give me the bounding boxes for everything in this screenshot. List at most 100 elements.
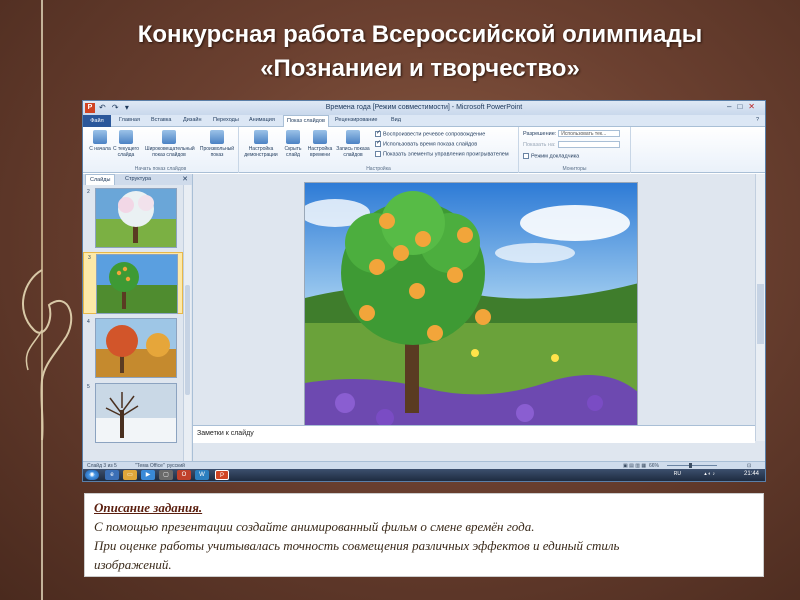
- task-description: Описание задания. С помощью презентации …: [84, 493, 764, 577]
- keyboard-language[interactable]: RU: [674, 471, 681, 477]
- close-panel-icon[interactable]: ✕: [182, 175, 188, 183]
- tab-slides[interactable]: Слайды: [85, 174, 116, 185]
- spring-thumbnail[interactable]: [95, 188, 177, 248]
- description-line-3: изображений.: [94, 557, 172, 572]
- title-line-2: «Познаниеи и творчество»: [260, 55, 580, 82]
- summer-thumbnail[interactable]: [96, 254, 178, 314]
- powerpoint-taskbar-icon[interactable]: P: [215, 470, 229, 480]
- rehearse-timings-button[interactable]: Настройка времени: [305, 130, 335, 158]
- close-icon[interactable]: ✕: [748, 102, 761, 111]
- word-taskbar-icon[interactable]: W: [195, 470, 209, 480]
- windows-taskbar: ◉ e ▭ ▶ ▢ O W P RU ▴ ◐ ♪ 21:44: [83, 469, 765, 481]
- setup-show-button[interactable]: Настройка демонстрации: [239, 130, 283, 158]
- slide-thumbnail-5[interactable]: 5: [83, 382, 183, 444]
- ribbon-tabs: Файл Главная Вставка Дизайн Переходы Ани…: [83, 115, 765, 127]
- winter-thumbnail[interactable]: [95, 383, 177, 443]
- folder-taskbar-icon[interactable]: ▭: [123, 470, 137, 480]
- notes-pane[interactable]: Заметки к слайду: [193, 425, 755, 443]
- autumn-thumbnail[interactable]: [95, 318, 177, 378]
- powerpoint-window: P ↶ ↷ ▾ Времена года [Режим совместимост…: [82, 100, 766, 482]
- group-start-slideshow: С начала С текущего слайда Широковещател…: [83, 127, 239, 173]
- tab-design[interactable]: Дизайн: [183, 117, 202, 123]
- slide-canvas-area: [193, 174, 755, 432]
- show-on-row: Показать на:: [523, 141, 620, 148]
- slide-number: 2: [87, 189, 90, 195]
- slide-thumbnail-2[interactable]: 2: [83, 187, 183, 249]
- resolution-select[interactable]: Использовать тек...: [558, 130, 621, 137]
- description-line-2: При оценке работы учитывалась точность с…: [94, 538, 620, 553]
- zoom-slider[interactable]: [667, 465, 717, 466]
- record-icon: [346, 130, 360, 144]
- checkbox-box[interactable]: [523, 153, 529, 159]
- description-line-1: С помощью презентации создайте анимирова…: [94, 519, 535, 534]
- group-setup: Настройка демонстрации Скрыть слайд Наст…: [239, 127, 519, 173]
- window-titlebar: P ↶ ↷ ▾ Времена года [Режим совместимост…: [83, 101, 765, 115]
- play-current-icon: [119, 130, 133, 144]
- tab-outline[interactable]: Структура: [125, 176, 151, 182]
- checkbox-box[interactable]: [375, 139, 381, 147]
- checkbox-timings[interactable]: Использовать время показа слайдов: [375, 139, 477, 147]
- group-label: Начать показ слайдов: [134, 166, 187, 172]
- checkbox-narration[interactable]: Воспроизвести речевое сопровождение: [375, 129, 485, 137]
- hide-slide-button[interactable]: Скрыть слайд: [279, 130, 307, 158]
- tab-transitions[interactable]: Переходы: [213, 117, 239, 123]
- opera-taskbar-icon[interactable]: O: [177, 470, 191, 480]
- title-line-1: Конкурсная работа Всероссийской олимпиад…: [137, 21, 703, 48]
- record-slideshow-button[interactable]: Запись показа слайдов: [333, 130, 373, 158]
- hide-slide-icon: [286, 130, 300, 144]
- summer-apple-tree-illustration: [305, 183, 637, 431]
- slide-number: 5: [87, 384, 90, 390]
- decorative-heart-ornament: [22, 269, 73, 441]
- status-bar: Слайд 3 из 5 "Тема Office" русский ▣ ▤ ▥…: [83, 461, 765, 469]
- scroll-thumb[interactable]: [757, 284, 764, 344]
- checkbox-media-controls[interactable]: Показать элементы управления проигрывате…: [375, 151, 509, 157]
- ribbon: С начала С текущего слайда Широковещател…: [83, 127, 765, 173]
- clock[interactable]: 21:44: [744, 471, 759, 477]
- current-slide[interactable]: [304, 182, 638, 432]
- play-icon: [93, 130, 107, 144]
- tab-insert[interactable]: Вставка: [151, 117, 171, 123]
- tab-home[interactable]: Главная: [119, 117, 140, 123]
- slide-thumbnail-3[interactable]: 3: [83, 252, 183, 314]
- slide-number: 4: [87, 319, 90, 325]
- page-title: Конкурсная работа Всероссийской олимпиад…: [50, 18, 790, 86]
- slide-scrollbar[interactable]: [755, 174, 765, 441]
- custom-show-icon: [210, 130, 224, 144]
- description-title: Описание задания.: [94, 500, 203, 515]
- work-area: Слайды Структура ✕ 2 3 4 5 Заметки к сла…: [83, 174, 765, 461]
- panel-tabs: Слайды Структура ✕: [83, 174, 192, 185]
- media-taskbar-icon[interactable]: ▶: [141, 470, 155, 480]
- from-current-slide-button[interactable]: С текущего слайда: [111, 130, 141, 158]
- start-button-icon[interactable]: ◉: [85, 470, 99, 480]
- checkbox-box[interactable]: [375, 129, 381, 137]
- tab-animations[interactable]: Анимация: [249, 117, 275, 123]
- system-tray-icons[interactable]: ▴ ◐ ♪: [704, 471, 715, 477]
- slide-thumbnail-4[interactable]: 4: [83, 317, 183, 379]
- scroll-thumb[interactable]: [185, 285, 190, 395]
- slide-number: 3: [88, 255, 91, 261]
- panel-scrollbar[interactable]: [183, 185, 191, 461]
- broadcast-icon: [162, 130, 176, 144]
- custom-show-button[interactable]: Произвольный показ: [197, 130, 237, 158]
- help-icon[interactable]: ?: [756, 117, 759, 123]
- timer-icon: [313, 130, 327, 144]
- minimize-icon[interactable]: –: [727, 102, 737, 111]
- tab-file[interactable]: Файл: [83, 115, 111, 127]
- tab-view[interactable]: Вид: [391, 117, 401, 123]
- resolution-label: Разрешение:: [523, 130, 557, 137]
- tab-slideshow[interactable]: Показ слайдов: [283, 115, 329, 127]
- zoom-slider-handle[interactable]: [689, 463, 692, 468]
- broadcast-slideshow-button[interactable]: Широковещательный показ слайдов: [145, 130, 195, 158]
- group-label: Мониторы: [562, 166, 587, 172]
- explorer-taskbar-icon[interactable]: e: [105, 470, 119, 480]
- tab-review[interactable]: Рецензирование: [335, 117, 377, 123]
- setup-show-icon: [254, 130, 268, 144]
- checkbox-presenter-view[interactable]: Режим докладчика: [523, 153, 579, 159]
- window-controls: –□✕: [727, 102, 761, 111]
- checkbox-box[interactable]: [375, 151, 381, 157]
- show-on-label: Показать на:: [523, 141, 556, 148]
- group-label: Настройка: [366, 166, 391, 172]
- show-on-select[interactable]: [557, 141, 620, 148]
- app-taskbar-icon[interactable]: ▢: [159, 470, 173, 480]
- maximize-icon[interactable]: □: [737, 102, 748, 111]
